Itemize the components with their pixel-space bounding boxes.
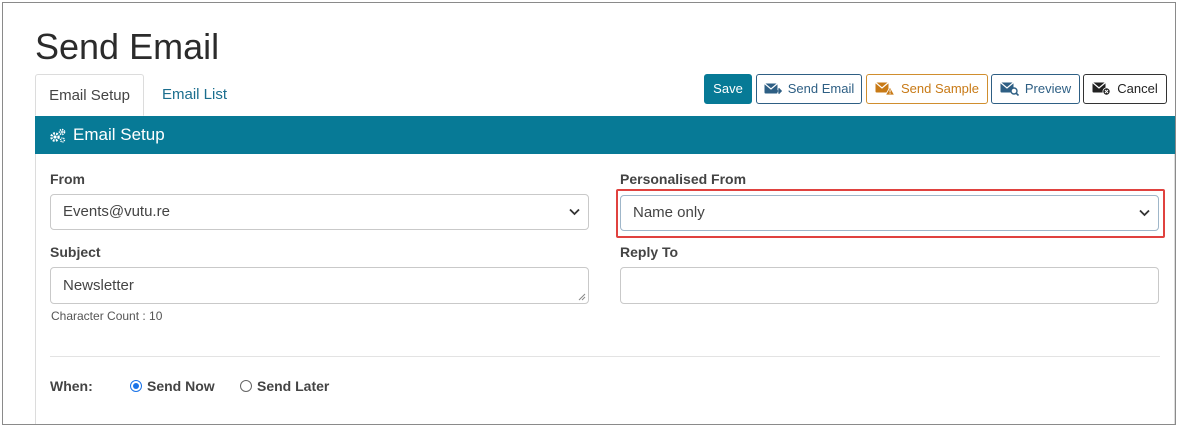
preview-button[interactable]: Preview <box>991 74 1080 104</box>
tab-email-list[interactable]: Email List <box>147 74 242 116</box>
radio-button-unchecked[interactable] <box>240 380 252 392</box>
tab-email-setup[interactable]: Email Setup <box>35 74 144 116</box>
radio-send-now-label: Send Now <box>147 378 215 394</box>
preview-button-label: Preview <box>1024 81 1072 96</box>
reply-to-label: Reply To <box>620 244 679 260</box>
radio-button-checked[interactable] <box>130 380 142 392</box>
highlight-box <box>616 189 1165 238</box>
save-button[interactable]: Save <box>704 74 752 104</box>
resize-handle-icon[interactable] <box>578 293 586 301</box>
from-select[interactable]: Events@vutu.re <box>50 194 589 230</box>
envelope-send-icon <box>763 82 782 94</box>
when-label: When: <box>50 378 93 394</box>
send-email-button[interactable]: Send Email <box>756 74 862 104</box>
envelope-search-icon <box>999 82 1019 96</box>
radio-send-later[interactable]: Send Later <box>240 378 329 394</box>
divider <box>50 356 1160 357</box>
send-sample-button[interactable]: Send Sample <box>866 74 988 104</box>
send-email-button-label: Send Email <box>787 81 855 96</box>
save-button-label: Save <box>713 81 743 96</box>
radio-send-now[interactable]: Send Now <box>130 378 215 394</box>
page-title: Send Email <box>35 26 220 67</box>
reply-to-input[interactable] <box>620 267 1159 304</box>
character-count: Character Count : 10 <box>51 309 163 323</box>
section-header: Email Setup <box>35 116 1175 154</box>
send-sample-button-label: Send Sample <box>900 81 980 96</box>
chevron-down-icon <box>569 208 580 216</box>
section-title: Email Setup <box>73 125 165 144</box>
subject-value: Newsletter <box>63 277 134 294</box>
personalised-from-label: Personalised From <box>620 171 747 187</box>
cancel-button[interactable]: Cancel <box>1083 74 1167 104</box>
envelope-cancel-icon <box>1092 82 1111 96</box>
subject-textarea[interactable]: Newsletter <box>50 267 589 304</box>
from-label: From <box>50 171 85 187</box>
envelope-warning-icon <box>875 82 895 96</box>
radio-send-later-label: Send Later <box>257 378 330 394</box>
subject-label: Subject <box>50 244 101 260</box>
cancel-button-label: Cancel <box>1117 81 1158 96</box>
from-select-value: Events@vutu.re <box>63 203 170 220</box>
app-frame: Send Email Email Setup Email List Save S… <box>2 2 1176 425</box>
gears-icon <box>50 128 66 143</box>
